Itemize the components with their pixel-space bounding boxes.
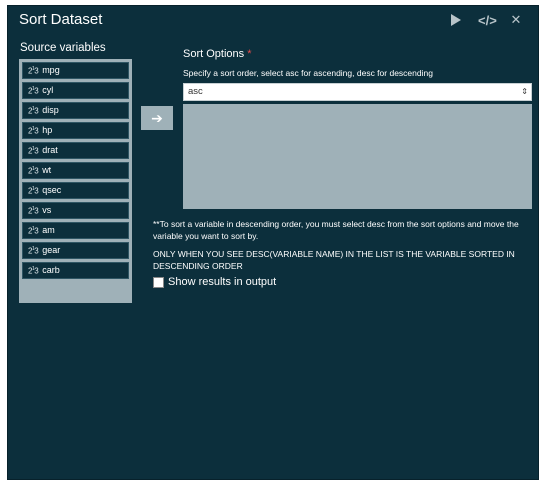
source-variable-name: wt <box>42 165 52 175</box>
header-icons: </> ✕ <box>448 12 524 28</box>
source-variable-name: vs <box>42 205 52 215</box>
source-variable-name: qsec <box>42 185 62 195</box>
source-variables-list[interactable]: 213 mpg 213 cyl 213 disp 213 hp 213 drat 213 wt 213 q… <box>19 59 132 303</box>
numeric-variable-icon: 213 <box>28 266 39 276</box>
source-variable-item[interactable]: 213 hp <box>22 122 129 139</box>
show-results-label: Show results in output <box>168 276 277 288</box>
sort-options-label: Sort Options * <box>183 48 251 60</box>
numeric-variable-icon: 213 <box>28 86 39 96</box>
sort-order-value: asc <box>188 86 203 97</box>
show-results-option[interactable]: Show results in output <box>153 276 276 288</box>
source-variable-item[interactable]: 213 carb <box>22 262 129 279</box>
source-variable-item[interactable]: 213 gear <box>22 242 129 259</box>
sort-options-label-text: Sort Options <box>183 48 245 60</box>
numeric-variable-icon: 213 <box>28 106 39 116</box>
source-variable-item[interactable]: 213 drat <box>22 142 129 159</box>
numeric-variable-icon: 213 <box>28 226 39 236</box>
source-variable-item[interactable]: 213 qsec <box>22 182 129 199</box>
code-icon[interactable]: </> <box>478 13 497 28</box>
numeric-variable-icon: 213 <box>28 146 39 156</box>
select-arrows-icon: ⇕ <box>521 87 528 96</box>
source-variable-name: cyl <box>42 85 54 95</box>
source-variable-item[interactable]: 213 wt <box>22 162 129 179</box>
source-variable-name: hp <box>42 125 53 135</box>
sort-variables-listbox[interactable] <box>183 104 532 209</box>
source-variables-label: Source variables <box>20 42 106 54</box>
show-results-checkbox[interactable] <box>153 276 164 288</box>
source-variable-name: am <box>42 225 55 235</box>
numeric-variable-icon: 213 <box>28 126 39 136</box>
sort-order-select[interactable]: asc ⇕ <box>183 83 532 101</box>
source-variable-item[interactable]: 213 disp <box>22 102 129 119</box>
required-mark: * <box>247 48 252 60</box>
source-variable-name: mpg <box>42 65 60 75</box>
descending-note: **To sort a variable in descending order… <box>153 219 519 241</box>
play-icon[interactable] <box>448 13 464 27</box>
dialog-title: Sort Dataset <box>19 11 103 28</box>
source-variable-item[interactable]: 213 cyl <box>22 82 129 99</box>
source-variable-item[interactable]: 213 am <box>22 222 129 239</box>
source-variable-name: carb <box>42 265 60 275</box>
source-variable-name: gear <box>42 245 61 255</box>
move-to-sort-button[interactable]: ➔ <box>141 106 173 130</box>
sort-options-help: Specify a sort order, select asc for asc… <box>183 68 433 78</box>
close-icon[interactable]: ✕ <box>508 12 524 28</box>
numeric-variable-icon: 213 <box>28 166 39 176</box>
source-variable-name: drat <box>42 145 58 155</box>
descending-warning: ONLY WHEN YOU SEE DESC(VARIABLE NAME) IN… <box>153 249 515 271</box>
numeric-variable-icon: 213 <box>28 246 39 256</box>
numeric-variable-icon: 213 <box>28 186 39 196</box>
numeric-variable-icon: 213 <box>28 66 39 76</box>
source-variable-item[interactable]: 213 mpg <box>22 62 129 79</box>
numeric-variable-icon: 213 <box>28 206 39 216</box>
source-variable-name: disp <box>42 105 59 115</box>
sort-dataset-dialog: Sort Dataset </> ✕ Source variables 213 m… <box>7 5 539 480</box>
source-variable-item[interactable]: 213 vs <box>22 202 129 219</box>
